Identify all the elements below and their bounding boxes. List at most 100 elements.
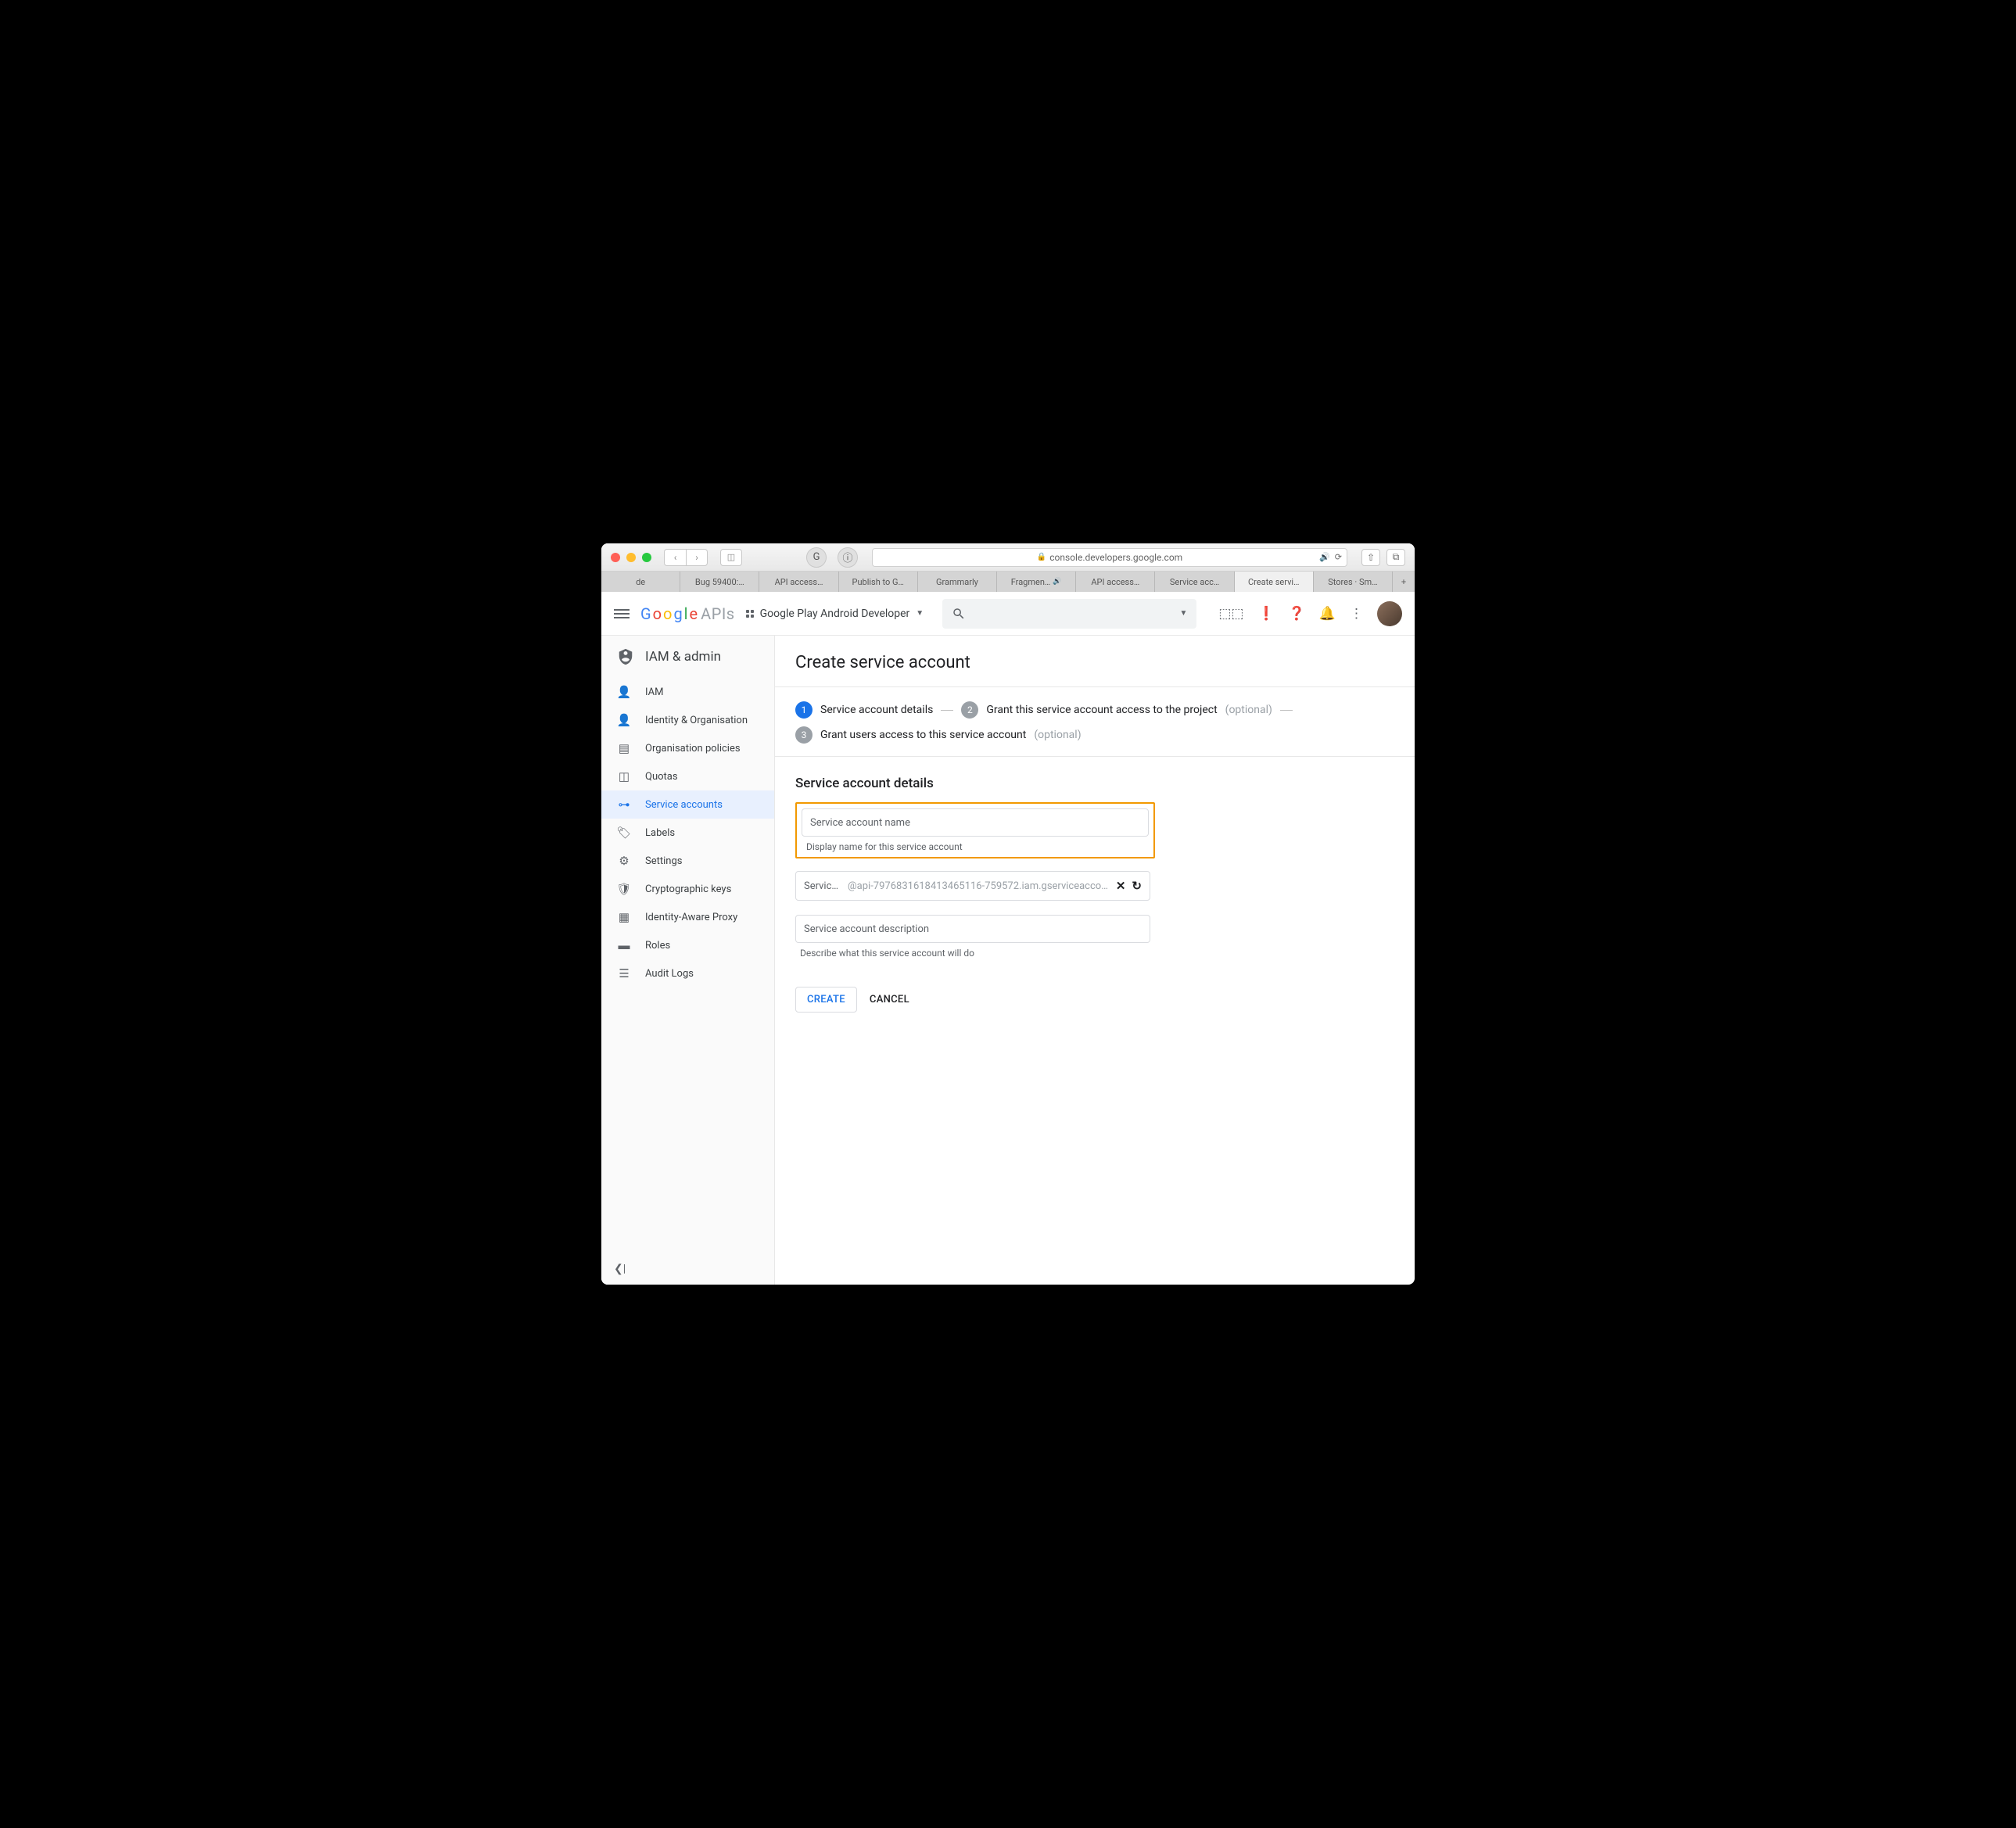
service-account-description-input[interactable]: Service account description xyxy=(795,915,1150,943)
window-titlebar: ‹ › ◫ G ⓘ 🔒 console.developers.google.co… xyxy=(601,543,1415,572)
minimize-window-button[interactable] xyxy=(626,553,636,562)
sidebar-item-settings[interactable]: ⚙Settings xyxy=(601,847,774,875)
step-3[interactable]: 3 Grant users access to this service acco… xyxy=(795,726,1082,744)
search-box[interactable]: ▼ xyxy=(942,599,1196,629)
step-number: 1 xyxy=(795,701,812,719)
step-1[interactable]: 1Service account details xyxy=(795,701,933,719)
browser-tab[interactable]: Publish to G… xyxy=(839,572,918,592)
sidebar-item-label: Audit Logs xyxy=(645,968,694,980)
reload-icon[interactable]: ⟳ xyxy=(1335,552,1342,562)
browser-tab[interactable]: Grammarly xyxy=(918,572,997,592)
list-icon: ☰ xyxy=(617,966,631,980)
sidebar-item-service-accounts[interactable]: ⊶ Service accounts xyxy=(601,790,774,819)
user-avatar[interactable] xyxy=(1377,601,1402,626)
browser-tabs: deBug 59400:…API access…Publish to G…Gra… xyxy=(601,572,1415,592)
key-badge-icon: ⊶ xyxy=(617,798,631,812)
address-bar[interactable]: 🔒 console.developers.google.com 🔊 ⟳ xyxy=(872,548,1347,567)
step-label: Grant users access to this service accou… xyxy=(820,729,1026,741)
proxy-icon: ▦ xyxy=(617,910,631,924)
sidebar-item-cryptographic-keys[interactable]: 🛡Cryptographic keys xyxy=(601,875,774,903)
google-apis-logo[interactable]: Google APIs xyxy=(640,604,735,623)
sidebar-item-identity-aware-proxy[interactable]: ▦ Identity-Aware Proxy xyxy=(601,903,774,931)
sidebar-item-label: Settings xyxy=(645,855,682,867)
id-prefix: Service… xyxy=(804,880,841,892)
step-optional-label: (optional) xyxy=(1225,704,1272,716)
sidebar-item-identity-organisation[interactable]: 👤 Identity & Organisation xyxy=(601,706,774,734)
sidebar-item-labels[interactable]: 🏷 Labels xyxy=(601,819,774,847)
browser-tab[interactable]: Bug 59400:… xyxy=(680,572,759,592)
step-divider xyxy=(941,710,953,711)
browser-tab[interactable]: de xyxy=(601,572,680,592)
iam-admin-icon xyxy=(617,648,634,665)
back-button[interactable]: ‹ xyxy=(664,549,686,566)
sidebar-item-label: Identity-Aware Proxy xyxy=(645,912,737,923)
sidebar-item-label: Quotas xyxy=(645,771,678,783)
cancel-button[interactable]: CANCEL xyxy=(870,994,909,1005)
extension-grammarly-icon[interactable]: G xyxy=(806,547,827,568)
person-plus-icon: 👤 xyxy=(617,685,631,699)
sidebar-item-roles[interactable]: ▬ Roles xyxy=(601,931,774,959)
help-icon[interactable]: ❓ xyxy=(1289,606,1305,622)
search-icon xyxy=(952,607,966,621)
gift-icon[interactable]: ⬚⬚ xyxy=(1218,606,1243,622)
alert-icon[interactable]: ❗ xyxy=(1257,606,1274,622)
forward-button[interactable]: › xyxy=(686,549,708,566)
extension-info-icon[interactable]: ⓘ xyxy=(838,547,858,568)
tag-icon: 🏷 xyxy=(617,826,631,840)
doc-icon: ▤ xyxy=(617,741,631,755)
name-field-highlight: Service account name Display name for th… xyxy=(795,802,1155,858)
meter-icon: ◫ xyxy=(617,769,631,783)
service-account-id-field[interactable]: Service… @api-7976831618413465116-759572… xyxy=(795,871,1150,901)
name-hint: Display name for this service account xyxy=(802,841,1149,852)
collapse-sidebar-button[interactable]: ❮| xyxy=(614,1263,626,1275)
browser-tab[interactable]: Service acc… xyxy=(1155,572,1234,592)
browser-tab[interactable]: Fragmen…🔊 xyxy=(997,572,1076,592)
audio-icon[interactable]: 🔊 xyxy=(1319,552,1330,562)
sidebar-item-audit-logs[interactable]: ☰ Audit Logs xyxy=(601,959,774,987)
url-text: console.developers.google.com xyxy=(1049,552,1182,563)
create-button[interactable]: CREATE xyxy=(795,987,857,1013)
sidebar-item-label: Roles xyxy=(645,940,670,952)
new-tab-button[interactable]: + xyxy=(1393,572,1415,592)
main-content: Create service account 1Service account … xyxy=(775,636,1415,1285)
step-label: Grant this service account access to the… xyxy=(986,704,1217,716)
sidebar-item-label: Labels xyxy=(645,827,675,839)
notifications-icon[interactable]: 🔔 xyxy=(1319,606,1336,622)
app-header: Google APIs Google Play Android Develope… xyxy=(601,592,1415,636)
regenerate-id-button[interactable]: ↻ xyxy=(1132,879,1142,893)
step-2[interactable]: 2Grant this service account access to th… xyxy=(961,701,1272,719)
step-divider xyxy=(1280,710,1293,711)
share-button[interactable]: ⇧ xyxy=(1361,549,1380,566)
side-navigation: IAM & admin 👤IAM👤Identity & Organisation… xyxy=(601,636,775,1285)
sidebar-item-label: Identity & Organisation xyxy=(645,715,748,726)
maximize-window-button[interactable] xyxy=(642,553,651,562)
sidebar-item-organisation-policies[interactable]: ▤ Organisation policies xyxy=(601,734,774,762)
project-name: Google Play Android Developer xyxy=(760,608,910,620)
id-email: @api-7976831618413465116-759572.iam.gser… xyxy=(848,880,1110,892)
sidebar-item-label: IAM xyxy=(645,686,663,698)
page-title: Create service account xyxy=(775,636,1415,687)
shield-icon: 🛡 xyxy=(617,882,631,896)
sidebar-toggle-button[interactable]: ◫ xyxy=(720,549,742,566)
sidebar-item-quotas[interactable]: ◫ Quotas xyxy=(601,762,774,790)
service-account-name-input[interactable]: Service account name xyxy=(802,808,1149,837)
browser-tab[interactable]: Create servi… xyxy=(1235,572,1314,592)
sidebar-item-iam[interactable]: 👤 IAM xyxy=(601,678,774,706)
sidebar-item-label: Organisation policies xyxy=(645,743,741,754)
tab-audio-icon: 🔊 xyxy=(1053,578,1061,586)
project-selector[interactable]: Google Play Android Developer ▼ xyxy=(746,608,924,620)
browser-tab[interactable]: Stores · Sm… xyxy=(1314,572,1393,592)
sidebar-item-label: Service accounts xyxy=(645,799,723,811)
form-section-title: Service account details xyxy=(795,776,1394,791)
description-hint: Describe what this service account will … xyxy=(795,948,1150,959)
person-circle-icon: 👤 xyxy=(617,713,631,727)
more-icon[interactable]: ⋮ xyxy=(1350,606,1363,622)
step-number: 3 xyxy=(795,726,812,744)
close-window-button[interactable] xyxy=(611,553,620,562)
browser-tab[interactable]: API access… xyxy=(759,572,838,592)
menu-button[interactable] xyxy=(614,607,630,621)
hat-icon: ▬ xyxy=(617,938,631,952)
tabs-overview-button[interactable]: ⧉ xyxy=(1386,549,1405,566)
browser-tab[interactable]: API access… xyxy=(1076,572,1155,592)
clear-id-button[interactable]: ✕ xyxy=(1116,879,1126,893)
